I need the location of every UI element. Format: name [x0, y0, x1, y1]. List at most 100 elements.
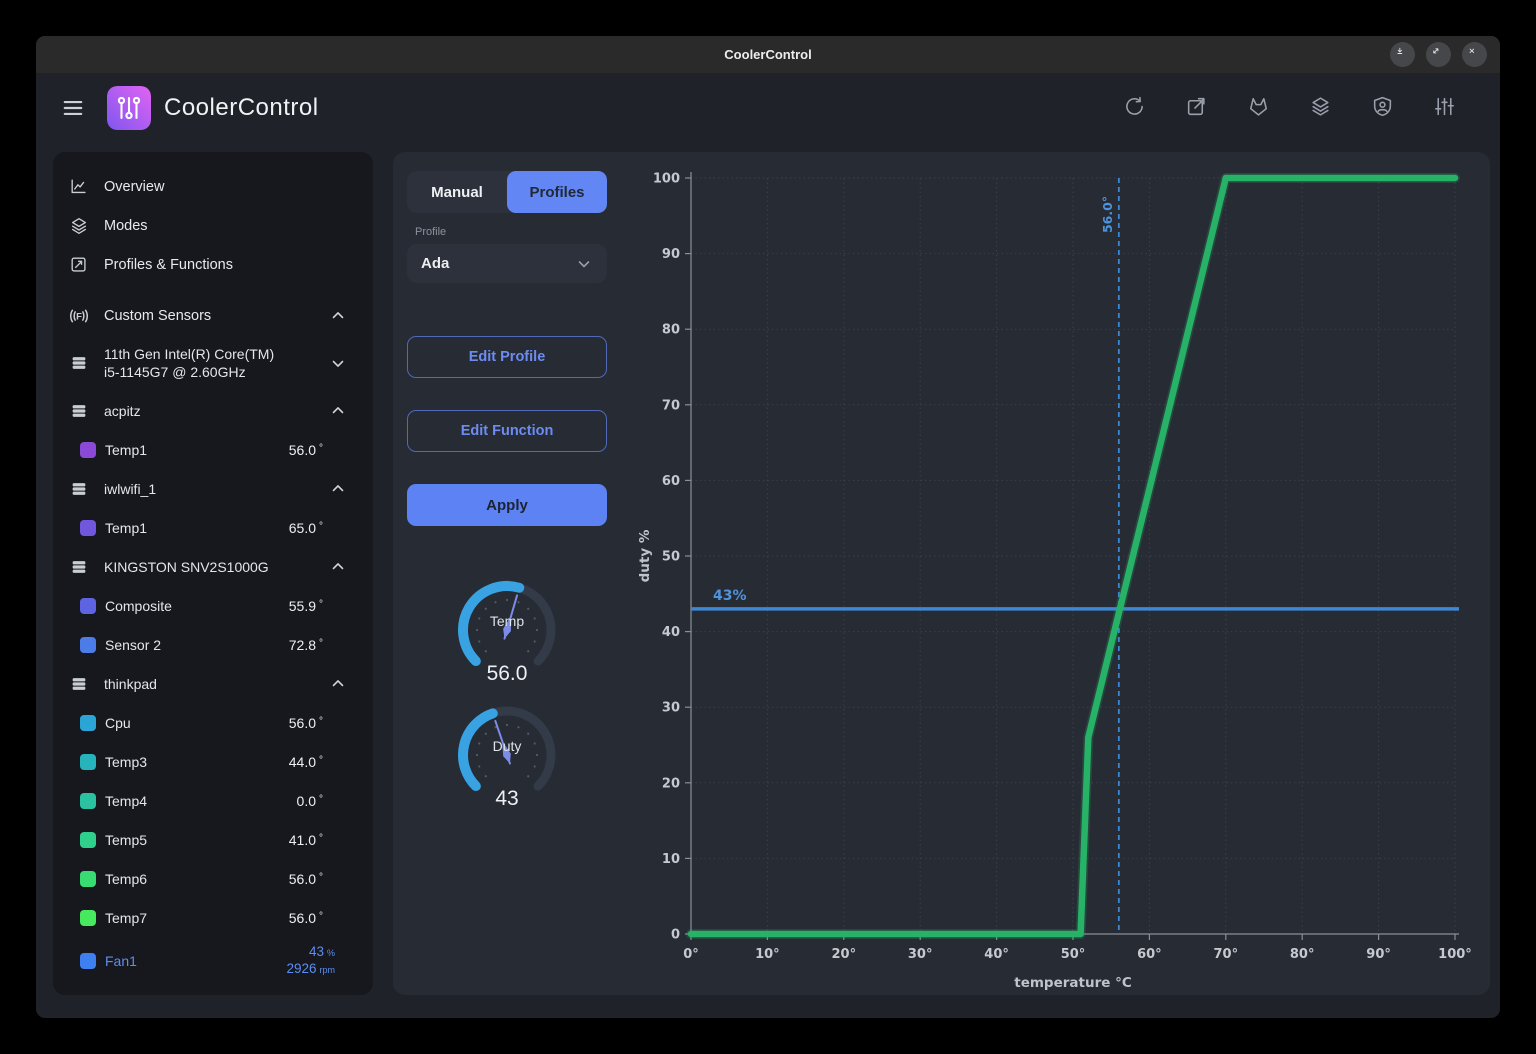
sensor-name: Temp6 [105, 871, 147, 887]
sidebar-item-overview[interactable]: Overview [53, 167, 373, 206]
device-name: KINGSTON SNV2S1000G [104, 558, 309, 576]
sensor-row[interactable]: Sensor 272.8° [53, 625, 373, 664]
main-panel: Manual Profiles Profile Ada Edit Profile… [393, 152, 1490, 995]
edit-profile-button[interactable]: Edit Profile [407, 336, 607, 378]
nav-divider-space [53, 284, 373, 296]
sensor-row[interactable]: Temp156.0° [53, 430, 373, 469]
degree-sign: ° [319, 911, 323, 922]
settings-button[interactable] [1424, 88, 1464, 128]
x-tick-label: 70° [1214, 947, 1239, 962]
temp-line-label: 56.0° [1100, 196, 1115, 233]
sensor-name: Temp1 [105, 442, 147, 458]
device-row[interactable]: acpitz [53, 391, 373, 430]
sensor-row[interactable]: Temp541.0° [53, 820, 373, 859]
app-window: CoolerControl CoolerControl Overvie [36, 36, 1500, 1018]
chevron-down-icon [575, 255, 593, 273]
minimize-to-tray-button[interactable] [1390, 42, 1415, 67]
svg-text:F: F [76, 311, 82, 322]
device-name: 11th Gen Intel(R) Core(TM)i5-1145G7 @ 2.… [104, 345, 309, 381]
minimize-to-tray-icon [1396, 47, 1409, 63]
y-tick-label: 70 [662, 398, 680, 413]
sensor-color-swatch [80, 754, 96, 770]
sensor-row[interactable]: Temp656.0° [53, 859, 373, 898]
device-row[interactable]: thinkpad [53, 664, 373, 703]
x-tick-label: 50° [1061, 947, 1086, 962]
device-row[interactable]: iwlwifi_1 [53, 469, 373, 508]
control-mode-tabs: Manual Profiles [407, 171, 607, 213]
duty-line-label: 43% [713, 588, 747, 604]
chevron-up-icon[interactable] [329, 402, 347, 420]
sensor-value: 55.9° [289, 598, 323, 614]
y-tick-label: 40 [662, 625, 680, 640]
chevron-up-icon[interactable] [329, 558, 347, 576]
maximize-icon [1432, 47, 1445, 63]
profile-curve-chart[interactable]: 0°10°20°30°40°50°60°70°80°90°100°0102030… [633, 155, 1485, 993]
sensor-name: Temp3 [105, 754, 147, 770]
sensor-color-swatch [80, 793, 96, 809]
refresh-button[interactable] [1114, 88, 1154, 128]
degree-sign: ° [319, 716, 323, 727]
device-row[interactable]: 11th Gen Intel(R) Core(TM)i5-1145G7 @ 2.… [53, 335, 373, 391]
chevron-up-icon[interactable] [329, 307, 347, 325]
sensor-color-swatch [80, 598, 96, 614]
open-in-browser-button[interactable] [1176, 88, 1216, 128]
sensor-name: Sensor 2 [105, 637, 161, 653]
chevron-down-icon[interactable] [329, 354, 347, 372]
close-icon [1468, 47, 1481, 63]
sensor-row[interactable]: Cpu56.0° [53, 703, 373, 742]
access-button[interactable] [1362, 88, 1402, 128]
sensor-row[interactable]: Fan143%2926rpm [53, 937, 373, 985]
chip-icon [68, 400, 90, 422]
hamburger-menu-icon[interactable] [60, 95, 86, 121]
gitlab-button[interactable] [1238, 88, 1278, 128]
x-tick-label: 10° [755, 947, 780, 962]
chevron-up-icon[interactable] [329, 675, 347, 693]
y-tick-label: 100 [653, 172, 680, 187]
sidebar-item-modes[interactable]: Modes [53, 206, 373, 245]
close-button[interactable] [1462, 42, 1487, 67]
maximize-button[interactable] [1426, 42, 1451, 67]
sensor-color-swatch [80, 637, 96, 653]
device-name: iwlwifi_1 [104, 480, 309, 498]
sensor-color-swatch [80, 871, 96, 887]
sensor-value: 0.0° [297, 793, 323, 809]
tab-manual[interactable]: Manual [407, 171, 507, 213]
device-name: acpitz [104, 402, 309, 420]
degree-sign: ° [319, 599, 323, 610]
sensor-value: 41.0° [289, 832, 323, 848]
sidebar-item-custom-sensors[interactable]: FCustom Sensors [53, 296, 373, 335]
device-name: thinkpad [104, 675, 309, 693]
sensor-row[interactable]: Composite55.9° [53, 586, 373, 625]
y-tick-label: 20 [662, 776, 680, 791]
sidebar-item-label: Overview [104, 179, 164, 195]
edit-function-button[interactable]: Edit Function [407, 410, 607, 452]
sensor-name: Temp4 [105, 793, 147, 809]
device-row[interactable]: KINGSTON SNV2S1000G [53, 547, 373, 586]
fan-reading: 2926rpm [286, 961, 335, 978]
sensor-name: Cpu [105, 715, 131, 731]
header-actions [1114, 88, 1464, 128]
sensor-value: 44.0° [289, 754, 323, 770]
sensor-color-swatch [80, 715, 96, 731]
sensor-color-swatch [80, 832, 96, 848]
x-axis-label: temperature °C [1014, 975, 1132, 991]
sensor-name: Temp1 [105, 520, 147, 536]
function-sensor-icon: F [68, 305, 90, 327]
sensor-row[interactable]: Temp4 0.0° [53, 781, 373, 820]
x-tick-label: 30° [908, 947, 933, 962]
apply-button[interactable]: Apply [407, 484, 607, 526]
tab-profiles[interactable]: Profiles [507, 171, 607, 213]
sidebar-item-profiles-functions[interactable]: Profiles & Functions [53, 245, 373, 284]
sensor-row[interactable]: Temp3 44.0° [53, 742, 373, 781]
temp-gauge: Temp56.0 [447, 570, 567, 700]
brand-name: CoolerControl [164, 94, 319, 122]
degree-sign: ° [319, 521, 323, 532]
sensor-row[interactable]: Temp165.0° [53, 508, 373, 547]
layers-icon [68, 215, 90, 237]
fan-readings: 43%2926rpm [286, 944, 335, 978]
profile-select[interactable]: Ada [407, 244, 607, 283]
sensor-row[interactable]: Temp756.0° [53, 898, 373, 937]
chevron-up-icon[interactable] [329, 480, 347, 498]
modes-quick-button[interactable] [1300, 88, 1340, 128]
sensor-color-swatch [80, 953, 96, 969]
